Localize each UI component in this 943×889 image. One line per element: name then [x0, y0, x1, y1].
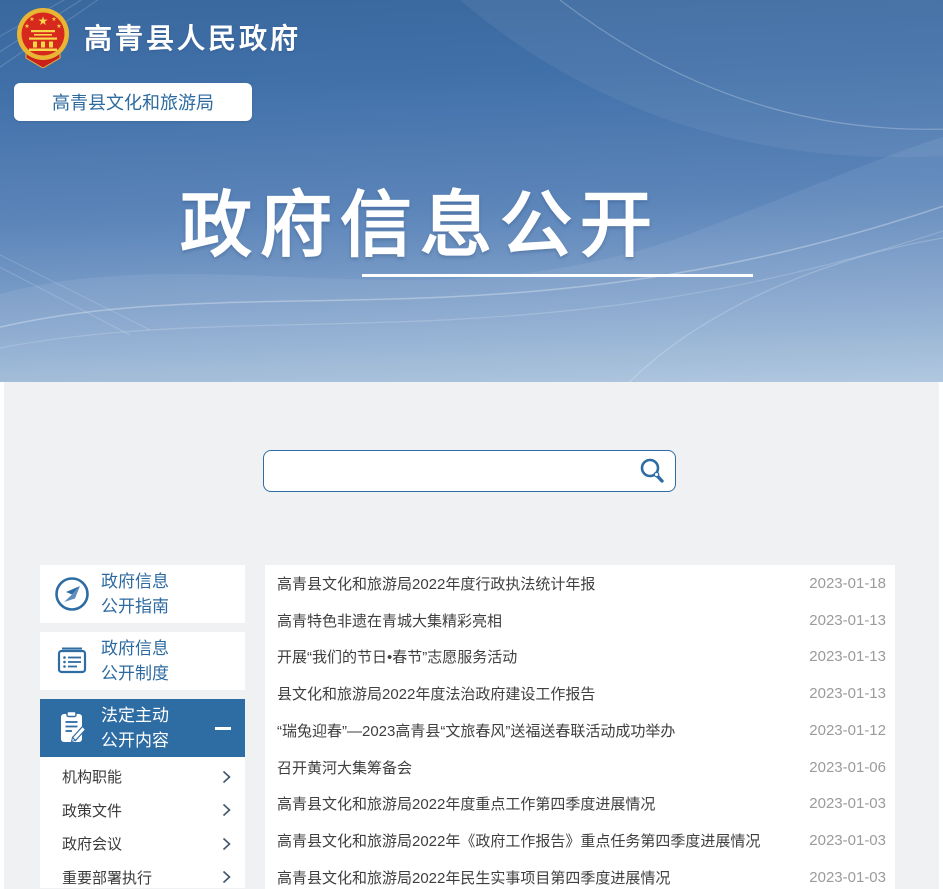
regulations-book-icon	[53, 642, 91, 680]
page: ★ ★ ★ ★ ★ 高青县人民政府 高青县文化和旅游局 政府信息公开	[0, 0, 943, 889]
label-line1: 政府信息	[101, 639, 169, 658]
news-date: 2023-01-12	[809, 722, 886, 739]
subitem-label: 重要部署执行	[62, 867, 152, 888]
site-name: 高青县人民政府	[84, 17, 301, 57]
sidebar-item-disclosure-system[interactable]: 政府信息 公开制度	[40, 632, 245, 690]
subitem-label: 政策文件	[62, 800, 122, 821]
label-line2: 公开制度	[101, 664, 169, 683]
news-item[interactable]: 高青特色非遗在青城大集精彩亮相 2023-01-13	[265, 602, 895, 639]
news-title: 高青县文化和旅游局2022年民生实事项目第四季度进展情况	[277, 867, 791, 888]
chevron-right-icon	[222, 803, 231, 817]
news-date: 2023-01-03	[809, 869, 886, 886]
sidebar-subitem-key-deployments[interactable]: 重要部署执行	[40, 861, 245, 889]
svg-text:★: ★	[38, 14, 49, 28]
news-date: 2023-01-03	[809, 832, 886, 849]
news-date: 2023-01-13	[809, 685, 886, 702]
news-item[interactable]: “瑞兔迎春”—2023高青县“文旅春风”送福送春联活动成功举办 2023-01-…	[265, 712, 895, 749]
svg-text:★: ★	[24, 23, 29, 30]
news-title: 高青县文化和旅游局2022年度重点工作第四季度进展情况	[277, 793, 791, 814]
chevron-right-icon	[222, 870, 231, 884]
label-line2: 公开指南	[101, 597, 169, 616]
news-date: 2023-01-03	[809, 795, 886, 812]
news-item[interactable]: 高青县文化和旅游局2022年民生实事项目第四季度进展情况 2023-01-03	[265, 859, 895, 889]
news-title: 县文化和旅游局2022年度法治政府建设工作报告	[277, 683, 791, 704]
sidebar-item-label: 政府信息 公开制度	[101, 636, 169, 686]
collapse-minus-icon[interactable]	[215, 727, 231, 730]
label-line1: 法定主动	[101, 706, 169, 725]
news-item[interactable]: 开展“我们的节日•春节”志愿服务活动 2023-01-13	[265, 639, 895, 676]
subitem-label: 政府会议	[62, 833, 122, 854]
news-list: 高青县文化和旅游局2022年度行政执法统计年报 2023-01-18 高青特色非…	[265, 565, 895, 889]
search-button[interactable]	[636, 457, 668, 485]
sidebar-item-disclosure-guide[interactable]: 政府信息 公开指南	[40, 565, 245, 623]
news-date: 2023-01-13	[809, 648, 886, 665]
news-item[interactable]: 高青县文化和旅游局2022年度重点工作第四季度进展情况 2023-01-03	[265, 786, 895, 823]
news-item[interactable]: 高青县文化和旅游局2022年《政府工作报告》重点任务第四季度进展情况 2023-…	[265, 822, 895, 859]
sidebar-submenu: 机构职能 政策文件 政府会议	[40, 757, 245, 888]
label-line2: 公开内容	[101, 731, 169, 750]
search-icon	[638, 457, 666, 485]
chevron-right-icon	[222, 837, 231, 851]
news-date: 2023-01-18	[809, 575, 886, 592]
label-line1: 政府信息	[101, 572, 169, 591]
title-underline	[362, 274, 753, 277]
svg-text:★: ★	[51, 16, 56, 23]
department-label: 高青县文化和旅游局	[52, 89, 214, 115]
sidebar-subitem-policy-documents[interactable]: 政策文件	[40, 794, 245, 828]
news-item[interactable]: 召开黄河大集筹备会 2023-01-06	[265, 749, 895, 786]
department-button[interactable]: 高青县文化和旅游局	[14, 83, 252, 121]
news-title: 召开黄河大集筹备会	[277, 757, 791, 778]
svg-text:★: ★	[29, 16, 34, 23]
news-title: “瑞兔迎春”—2023高青县“文旅春风”送福送春联活动成功举办	[277, 720, 791, 741]
national-emblem-icon: ★ ★ ★ ★ ★	[14, 6, 72, 68]
site-header-home-link[interactable]: ★ ★ ★ ★ ★ 高青县人民政府	[14, 6, 301, 68]
sidebar-subitem-org-functions[interactable]: 机构职能	[40, 760, 245, 794]
news-title: 开展“我们的节日•春节”志愿服务活动	[277, 646, 791, 667]
sidebar: 政府信息 公开指南 政府信息 公开制度	[40, 565, 245, 888]
main-section: 政府信息 公开指南 政府信息 公开制度	[4, 382, 939, 889]
page-title: 政府信息公开	[115, 166, 725, 271]
clipboard-pencil-icon	[53, 709, 91, 747]
sidebar-item-label: 政府信息 公开指南	[101, 569, 169, 619]
subitem-label: 机构职能	[62, 766, 122, 787]
news-title: 高青县文化和旅游局2022年《政府工作报告》重点任务第四季度进展情况	[277, 830, 791, 851]
compass-icon	[53, 575, 91, 613]
search-box	[263, 450, 676, 492]
news-date: 2023-01-06	[809, 759, 886, 776]
news-title: 高青特色非遗在青城大集精彩亮相	[277, 610, 791, 631]
sidebar-item-label: 法定主动 公开内容	[101, 703, 169, 753]
svg-text:★: ★	[56, 23, 61, 30]
sidebar-subitem-government-meetings[interactable]: 政府会议	[40, 827, 245, 861]
news-item[interactable]: 县文化和旅游局2022年度法治政府建设工作报告 2023-01-13	[265, 675, 895, 712]
search-input[interactable]	[263, 450, 676, 492]
sidebar-item-statutory-disclosure[interactable]: 法定主动 公开内容	[40, 699, 245, 757]
news-item[interactable]: 高青县文化和旅游局2022年度行政执法统计年报 2023-01-18	[265, 565, 895, 602]
chevron-right-icon	[222, 770, 231, 784]
banner: ★ ★ ★ ★ ★ 高青县人民政府 高青县文化和旅游局 政府信息公开	[0, 0, 943, 382]
news-title: 高青县文化和旅游局2022年度行政执法统计年报	[277, 573, 791, 594]
news-date: 2023-01-13	[809, 612, 886, 629]
